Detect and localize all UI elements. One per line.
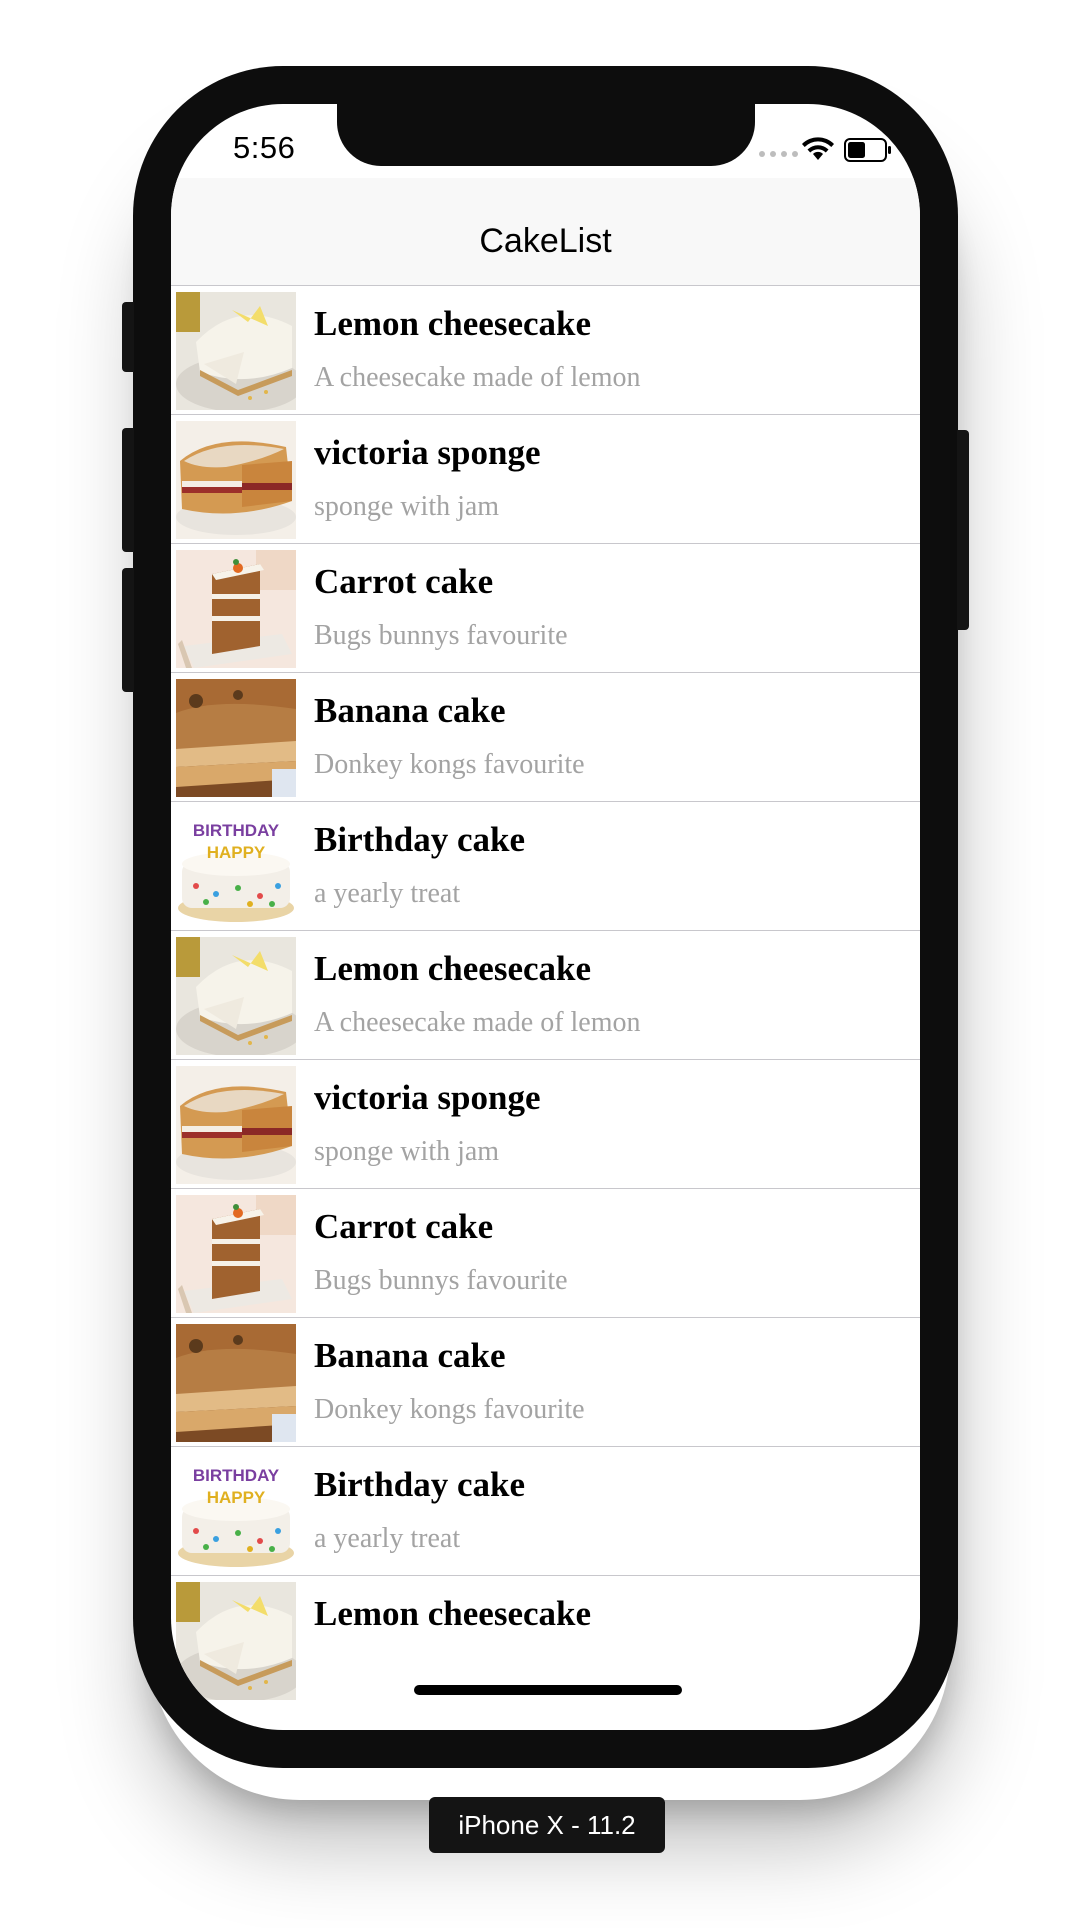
- list-item[interactable]: Lemon cheesecake A cheesecake made of lem…: [171, 286, 920, 415]
- svg-text:HAPPY: HAPPY: [207, 1488, 266, 1507]
- item-subtitle: a yearly treat: [314, 878, 461, 909]
- volume-down-button: [122, 568, 134, 692]
- item-subtitle: Bugs bunnys favourite: [314, 620, 568, 651]
- item-subtitle: A cheesecake made of lemon: [314, 1007, 641, 1038]
- item-title: Banana cake: [314, 1336, 506, 1375]
- item-title: Carrot cake: [314, 1207, 494, 1246]
- carrot-cake-thumbnail: [176, 550, 296, 668]
- nav-title: CakeList: [479, 222, 612, 260]
- item-title: Lemon cheesecake: [314, 949, 592, 988]
- list-item[interactable]: Carrot cake Bugs bunnys favourite: [171, 544, 920, 673]
- list-item[interactable]: victoria sponge sponge with jam: [171, 1060, 920, 1189]
- item-title: Banana cake: [314, 691, 506, 730]
- banana-cake-thumbnail: [176, 679, 296, 797]
- list-item[interactable]: Banana cake Donkey kongs favourite: [171, 1318, 920, 1447]
- item-subtitle: Donkey kongs favourite: [314, 1394, 585, 1425]
- item-title: victoria sponge: [314, 433, 541, 472]
- item-subtitle: A cheesecake made of lemon: [314, 362, 641, 393]
- item-title: victoria sponge: [314, 1078, 541, 1117]
- navigation-bar: CakeList: [171, 178, 920, 286]
- status-time: 5:56: [233, 130, 296, 165]
- lemon-cheesecake-thumbnail: [176, 292, 296, 410]
- power-button: [957, 430, 969, 630]
- list-item[interactable]: Lemon cheesecake A cheesecake made of lem…: [171, 931, 920, 1060]
- victoria-sponge-thumbnail: [176, 421, 296, 539]
- notch: [337, 104, 755, 166]
- cellular-signal-icon: [759, 151, 798, 157]
- item-title: Lemon cheesecake: [314, 304, 592, 343]
- svg-text:BIRTHDAY: BIRTHDAY: [193, 1466, 280, 1485]
- device-label: iPhone X - 11.2: [429, 1797, 665, 1853]
- list-item[interactable]: Lemon cheesecake: [171, 1576, 920, 1700]
- svg-text:BIRTHDAY: BIRTHDAY: [193, 821, 280, 840]
- home-indicator[interactable]: [414, 1685, 682, 1695]
- item-subtitle: Donkey kongs favourite: [314, 749, 585, 780]
- item-subtitle: sponge with jam: [314, 1136, 500, 1167]
- mute-switch: [122, 302, 134, 372]
- item-title: Carrot cake: [314, 562, 494, 601]
- lemon-cheesecake-thumbnail: [176, 1582, 296, 1700]
- cake-list[interactable]: Lemon cheesecake A cheesecake made of lem…: [171, 286, 920, 1700]
- wifi-icon: [802, 137, 834, 160]
- item-title: Birthday cake: [314, 1465, 525, 1504]
- list-item[interactable]: BIRTHDAY HAPPY Birthday cake a yearly treat: [171, 802, 920, 931]
- volume-up-button: [122, 428, 134, 552]
- item-subtitle: sponge with jam: [314, 491, 500, 522]
- carrot-cake-thumbnail: [176, 1195, 296, 1313]
- lemon-cheesecake-thumbnail: [176, 937, 296, 1055]
- battery-icon: [844, 138, 891, 162]
- item-subtitle: a yearly treat: [314, 1523, 461, 1554]
- list-item[interactable]: Banana cake Donkey kongs favourite: [171, 673, 920, 802]
- birthday-cake-thumbnail: BIRTHDAY HAPPY: [176, 1453, 296, 1571]
- banana-cake-thumbnail: [176, 1324, 296, 1442]
- item-title: Lemon cheesecake: [314, 1594, 592, 1633]
- birthday-cake-thumbnail: BIRTHDAY HAPPY: [176, 808, 296, 926]
- phone-screen: 5:56 CakeList Lemon cheesecake A cheeseca…: [171, 104, 920, 1730]
- item-title: Birthday cake: [314, 820, 525, 859]
- list-item[interactable]: victoria sponge sponge with jam: [171, 415, 920, 544]
- list-item[interactable]: Carrot cake Bugs bunnys favourite: [171, 1189, 920, 1318]
- svg-text:HAPPY: HAPPY: [207, 843, 266, 862]
- victoria-sponge-thumbnail: [176, 1066, 296, 1184]
- item-subtitle: Bugs bunnys favourite: [314, 1265, 568, 1296]
- list-item[interactable]: BIRTHDAY HAPPY Birthday cake a yearly treat: [171, 1447, 920, 1576]
